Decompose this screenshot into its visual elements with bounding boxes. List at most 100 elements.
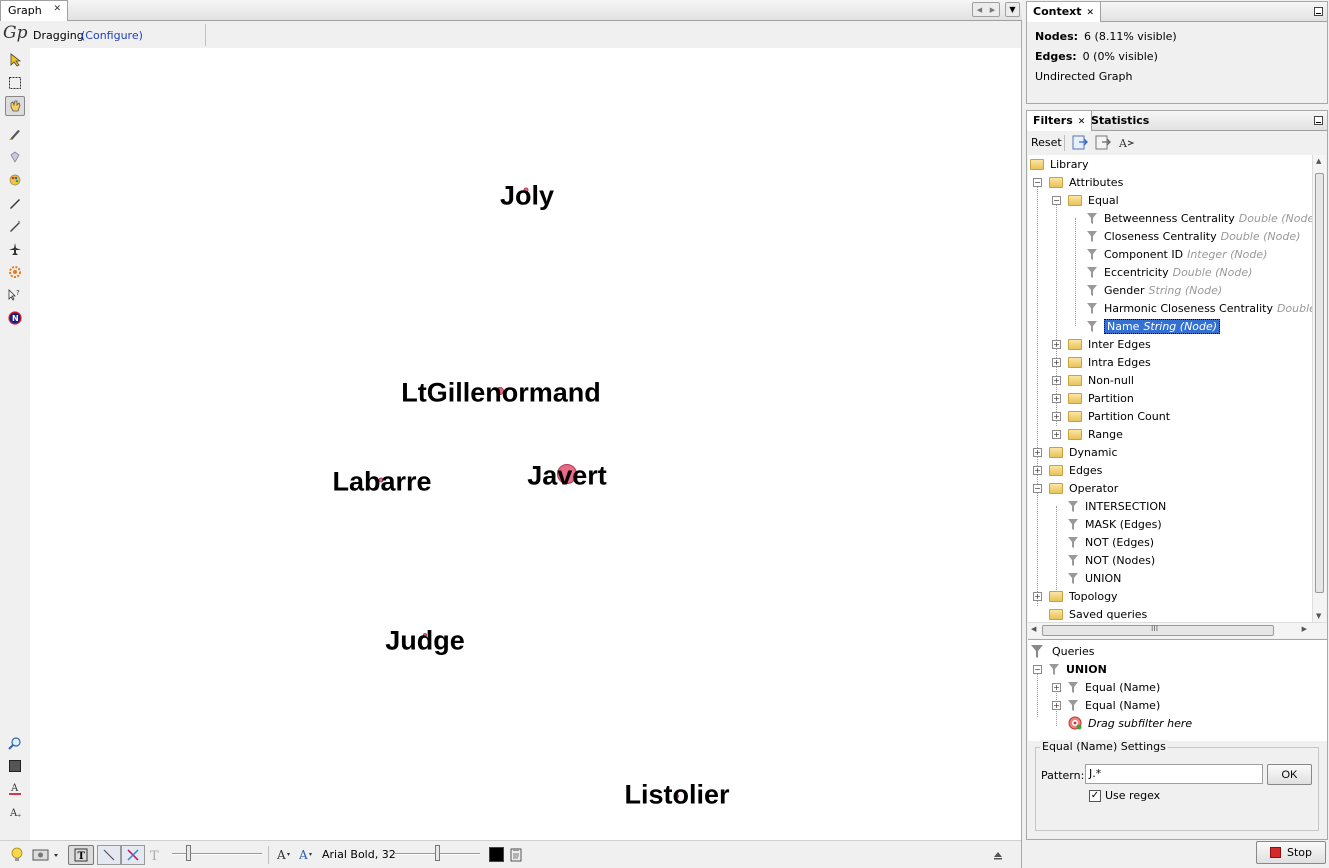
graph-canvas[interactable]: Joly LtGillenormand Labarre Javert Judge… [30,48,1021,840]
arrow-left-icon[interactable]: ◀ [977,6,982,14]
filter-item-harmonic-closeness[interactable]: Harmonic Closeness CentralityDouble (No [1087,299,1313,317]
tree-item-operator[interactable]: − Operator [1033,479,1118,497]
operator-item-intersection[interactable]: INTERSECTION [1068,497,1166,515]
expand-icon[interactable]: + [1052,339,1061,349]
tree-item-inter-edges[interactable]: + Inter Edges [1052,335,1151,353]
show-labels-toggle[interactable]: T [68,845,94,865]
collapse-icon[interactable]: − [1052,195,1061,205]
font-size-slider-thumb[interactable] [435,845,440,861]
query-child-equal-name[interactable]: + Equal (Name) [1052,696,1160,714]
expand-icon[interactable]: + [1052,682,1061,692]
tree-item-saved-queries[interactable]: Saved queries [1049,605,1147,622]
expand-icon[interactable]: + [1052,357,1061,367]
expand-icon[interactable]: + [1052,375,1061,385]
tree-item-intra-edges[interactable]: + Intra Edges [1052,353,1151,371]
node-label-labarre[interactable]: Labarre [332,467,431,498]
background-color-icon[interactable] [5,756,25,776]
tree-item-library[interactable]: Library [1030,155,1088,173]
scrollbar-thumb[interactable] [1315,173,1324,593]
node-label-ltgillenormand[interactable]: LtGillenormand [401,378,601,409]
filter-item-name[interactable]: Name String (Node) [1087,317,1221,335]
edge-color-toggle[interactable] [121,845,145,865]
neighbors-icon[interactable]: N [5,308,25,328]
scroll-right-icon[interactable]: ▶ [1302,625,1307,633]
query-child-equal-name[interactable]: + Equal (Name) [1052,678,1160,696]
filter-item-component-id[interactable]: Component ID Integer (Node) [1087,245,1267,263]
expand-icon[interactable]: + [1033,465,1042,475]
label-color-icon[interactable]: A [5,779,25,799]
expand-icon[interactable]: + [1052,411,1061,421]
label-color-swatch[interactable] [489,847,504,862]
tree-vertical-scrollbar[interactable]: ▲ ▼ [1312,155,1326,622]
tree-item-equal[interactable]: − Equal [1052,191,1119,209]
close-icon[interactable]: ✕ [53,4,61,14]
minimize-icon[interactable] [1314,116,1323,125]
lightbulb-icon[interactable] [10,845,24,865]
filter-item-eccentricity[interactable]: Eccentricity Double (Node) [1087,263,1252,281]
tab-scroll-buttons[interactable]: ◀ ▶ [972,2,1000,17]
show-edges-toggle[interactable] [97,845,121,865]
node-label-listolier[interactable]: Listolier [624,780,729,811]
stop-button[interactable]: Stop [1256,841,1326,864]
node-label-judge[interactable]: Judge [385,626,465,657]
scroll-up-icon[interactable]: ▲ [1316,157,1321,165]
expand-icon[interactable]: + [1052,429,1061,439]
tree-item-range[interactable]: + Range [1052,425,1123,443]
color-palette-icon[interactable] [5,170,25,190]
node-label-javert[interactable]: Javert [527,461,607,492]
selected-filter[interactable]: Name String (Node) [1104,318,1221,334]
collapse-icon[interactable]: − [1033,483,1042,493]
arrow-right-icon[interactable]: ▶ [990,6,995,14]
expand-icon[interactable]: + [1033,591,1042,601]
drag-subfilter-target[interactable]: Drag subfilter here [1068,714,1192,732]
expand-icon[interactable] [992,845,1004,865]
operator-item-not-edges[interactable]: NOT (Edges) [1068,533,1154,551]
expand-icon[interactable]: + [1052,393,1061,403]
close-icon[interactable]: ✕ [1087,8,1095,18]
operator-item-union[interactable]: UNION [1068,569,1121,587]
rectangle-select-icon[interactable] [5,73,25,93]
filter-item-closeness[interactable]: Closeness Centrality Double (Node) [1087,227,1300,245]
configure-link[interactable]: (Configure) [81,29,143,42]
operator-item-mask-edges[interactable]: MASK (Edges) [1068,515,1162,533]
expand-icon[interactable]: + [1052,700,1061,710]
edge-weight-slider-thumb[interactable] [186,845,191,861]
brush-icon[interactable] [5,124,25,144]
minimize-icon[interactable] [1314,7,1323,16]
ok-button[interactable]: OK [1267,764,1312,785]
font-label[interactable]: Arial Bold, 32 [322,848,396,861]
diamond-icon[interactable] [5,147,25,167]
expand-icon[interactable]: + [1033,447,1042,457]
collapse-icon[interactable]: − [1033,177,1042,187]
auto-refresh-icon[interactable]: A [1118,135,1136,151]
pencil-icon[interactable] [5,193,25,213]
query-union[interactable]: − UNION [1033,660,1107,678]
tab-statistics[interactable]: Statistics [1085,111,1155,131]
export-filter-alt-icon[interactable] [1094,135,1112,151]
tab-context[interactable]: Context ✕ [1027,2,1102,22]
use-regex-checkbox[interactable]: ✓ [1089,790,1101,802]
airplane-icon[interactable] [5,239,25,259]
collapse-icon[interactable]: − [1033,664,1042,674]
tab-graph[interactable]: Graph ✕ [0,0,68,21]
gear-icon[interactable] [5,262,25,282]
clipboard-icon[interactable] [509,845,523,865]
reset-button[interactable]: Reset [1031,136,1062,149]
font-icon[interactable]: A ▾ [276,845,294,865]
scroll-left-icon[interactable]: ◀ [1031,625,1036,633]
scrollbar-thumb[interactable]: III [1042,624,1274,636]
edge-pencil-icon[interactable] [5,216,25,236]
tree-item-attributes[interactable]: − Attributes [1033,173,1123,191]
tab-filters[interactable]: Filters ✕ [1027,111,1093,131]
font-color-icon[interactable]: A ▾ [298,845,316,865]
tab-menu-button[interactable]: ▼ [1005,2,1020,17]
drag-hand-icon[interactable] [5,96,25,116]
tree-item-dynamic[interactable]: + Dynamic [1033,443,1118,461]
edge-label-icon[interactable]: T [148,845,162,865]
operator-item-not-nodes[interactable]: NOT (Nodes) [1068,551,1155,569]
zoom-icon[interactable] [5,733,25,753]
tree-item-partition[interactable]: + Partition [1052,389,1134,407]
filter-item-gender[interactable]: Gender String (Node) [1087,281,1222,299]
screenshot-icon[interactable] [32,845,60,865]
tree-horizontal-scrollbar[interactable]: ◀ III ▶ [1028,622,1327,638]
